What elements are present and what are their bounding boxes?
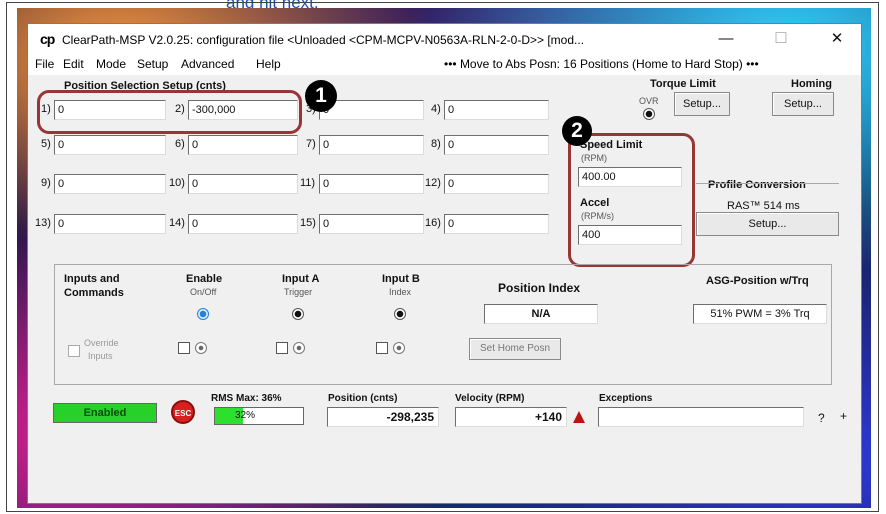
help-icon[interactable]: ? [818,411,825,425]
position-field-12[interactable]: 0 [444,174,549,194]
set-home-button[interactable]: Set Home Posn [469,338,561,360]
position-label-14: 14) [169,217,185,229]
ovr-label: OVR [639,96,659,106]
position-field-6[interactable]: 0 [188,135,298,155]
profile-setup-button[interactable]: Setup... [696,212,839,236]
enabled-status: Enabled [53,403,157,423]
velocity-field: +140 [455,407,567,427]
position-field-10[interactable]: 0 [188,174,298,194]
menu-advanced[interactable]: Advanced [181,57,234,71]
exceptions-label: Exceptions [599,393,653,404]
position-field-16[interactable]: 0 [444,214,549,234]
torque-limit-heading: Torque Limit [650,78,716,90]
torque-setup-button[interactable]: Setup... [674,92,730,116]
profile-conversion-value: RAS™ 514 ms [727,200,800,212]
position-field-13[interactable]: 0 [54,214,166,234]
position-field-5[interactable]: 0 [54,135,166,155]
asg-field: 51% PWM = 3% Trq [693,304,827,324]
position-label-9: 9) [41,177,51,189]
esc-stop-button[interactable]: ESC [171,400,195,424]
window-title: ClearPath-MSP V2.0.25: configuration fil… [62,33,585,47]
highlight-position-fields [37,90,302,134]
minimize-button[interactable]: — [708,28,744,50]
input-a-indicator-icon [292,308,304,320]
position-label-4: 4) [431,103,441,115]
velocity-label: Velocity (RPM) [455,393,525,404]
menu-help[interactable]: Help [256,57,281,71]
input-b-sublabel: Index [389,287,412,297]
position-field-15[interactable]: 0 [319,214,424,234]
app-logo-icon: cp [40,31,55,47]
input-a-label: Input A [282,273,320,285]
asg-heading: ASG-Position w/Trq [706,275,809,287]
position-field-11[interactable]: 0 [319,174,424,194]
position-label-8: 8) [431,138,441,150]
position-label-15: 15) [300,217,316,229]
input-a-checkbox[interactable] [276,342,288,354]
override-label-line1: Override [84,338,119,348]
exceptions-field [598,407,804,427]
override-checkbox[interactable] [68,345,80,357]
profile-divider [696,183,839,184]
enable-label: Enable [186,273,223,285]
homing-setup-button[interactable]: Setup... [772,92,834,116]
title-bar: cp ClearPath-MSP V2.0.25: configuration … [28,24,861,55]
rms-bar: 32% [214,407,304,425]
position-label-13: 13) [35,217,51,229]
callout-badge-1: 1 [305,80,337,112]
inputs-heading-line1: Inputs and [64,273,120,285]
override-label-line2: Inputs [88,351,113,361]
enable-sublabel: On/Off [190,287,217,297]
menu-file[interactable]: File [35,57,54,71]
warning-triangle-icon [573,411,585,423]
enable-override-icon[interactable] [195,342,207,354]
input-b-checkbox[interactable] [376,342,388,354]
position-label-16: 16) [425,217,441,229]
position-readout-field: -298,235 [327,407,439,427]
position-label-5: 5) [41,138,51,150]
menu-edit[interactable]: Edit [63,57,84,71]
input-b-label: Input B [382,273,420,285]
position-index-heading: Position Index [498,281,581,295]
inputs-heading-line2: Commands [64,287,124,299]
input-a-sublabel: Trigger [284,287,313,297]
profile-conversion-heading: Profile Conversion [708,179,806,191]
position-label-12: 12) [425,177,441,189]
input-b-indicator-icon [394,308,406,320]
enable-checkbox[interactable] [178,342,190,354]
maximize-button[interactable]: ☐ [763,28,799,50]
position-field-14[interactable]: 0 [188,214,298,234]
position-field-9[interactable]: 0 [54,174,166,194]
input-a-override-icon[interactable] [293,342,305,354]
homing-heading: Homing [791,78,832,90]
menu-bar: File Edit Mode Setup Advanced Help ••• M… [28,55,861,75]
position-label-11: 11) [300,177,316,189]
highlight-speed-accel [568,133,695,267]
position-label-7: 7) [306,138,316,150]
position-index-field: N/A [484,304,598,324]
mode-status-text: ••• Move to Abs Posn: 16 Positions (Home… [444,57,759,71]
input-b-override-icon[interactable] [393,342,405,354]
menu-mode[interactable]: Mode [96,57,126,71]
menu-setup[interactable]: Setup [137,57,168,71]
position-readout-label: Position (cnts) [328,393,398,404]
close-button[interactable]: ✕ [819,28,855,50]
rms-label: RMS Max: 36% [211,393,282,404]
position-field-8[interactable]: 0 [444,135,549,155]
position-field-7[interactable]: 0 [319,135,424,155]
main-panel: Position Selection Setup (cnts) 1) 0 2) … [28,75,861,503]
callout-badge-2: 2 [562,116,592,146]
app-window: cp ClearPath-MSP V2.0.25: configuration … [27,23,862,504]
position-label-6: 6) [175,138,185,150]
position-field-4[interactable]: 0 [444,100,549,120]
enable-indicator-icon [197,308,209,320]
expand-icon[interactable]: + [840,409,847,423]
position-label-10: 10) [169,177,185,189]
rms-value: 32% [235,410,256,421]
ovr-indicator-icon [643,108,655,120]
